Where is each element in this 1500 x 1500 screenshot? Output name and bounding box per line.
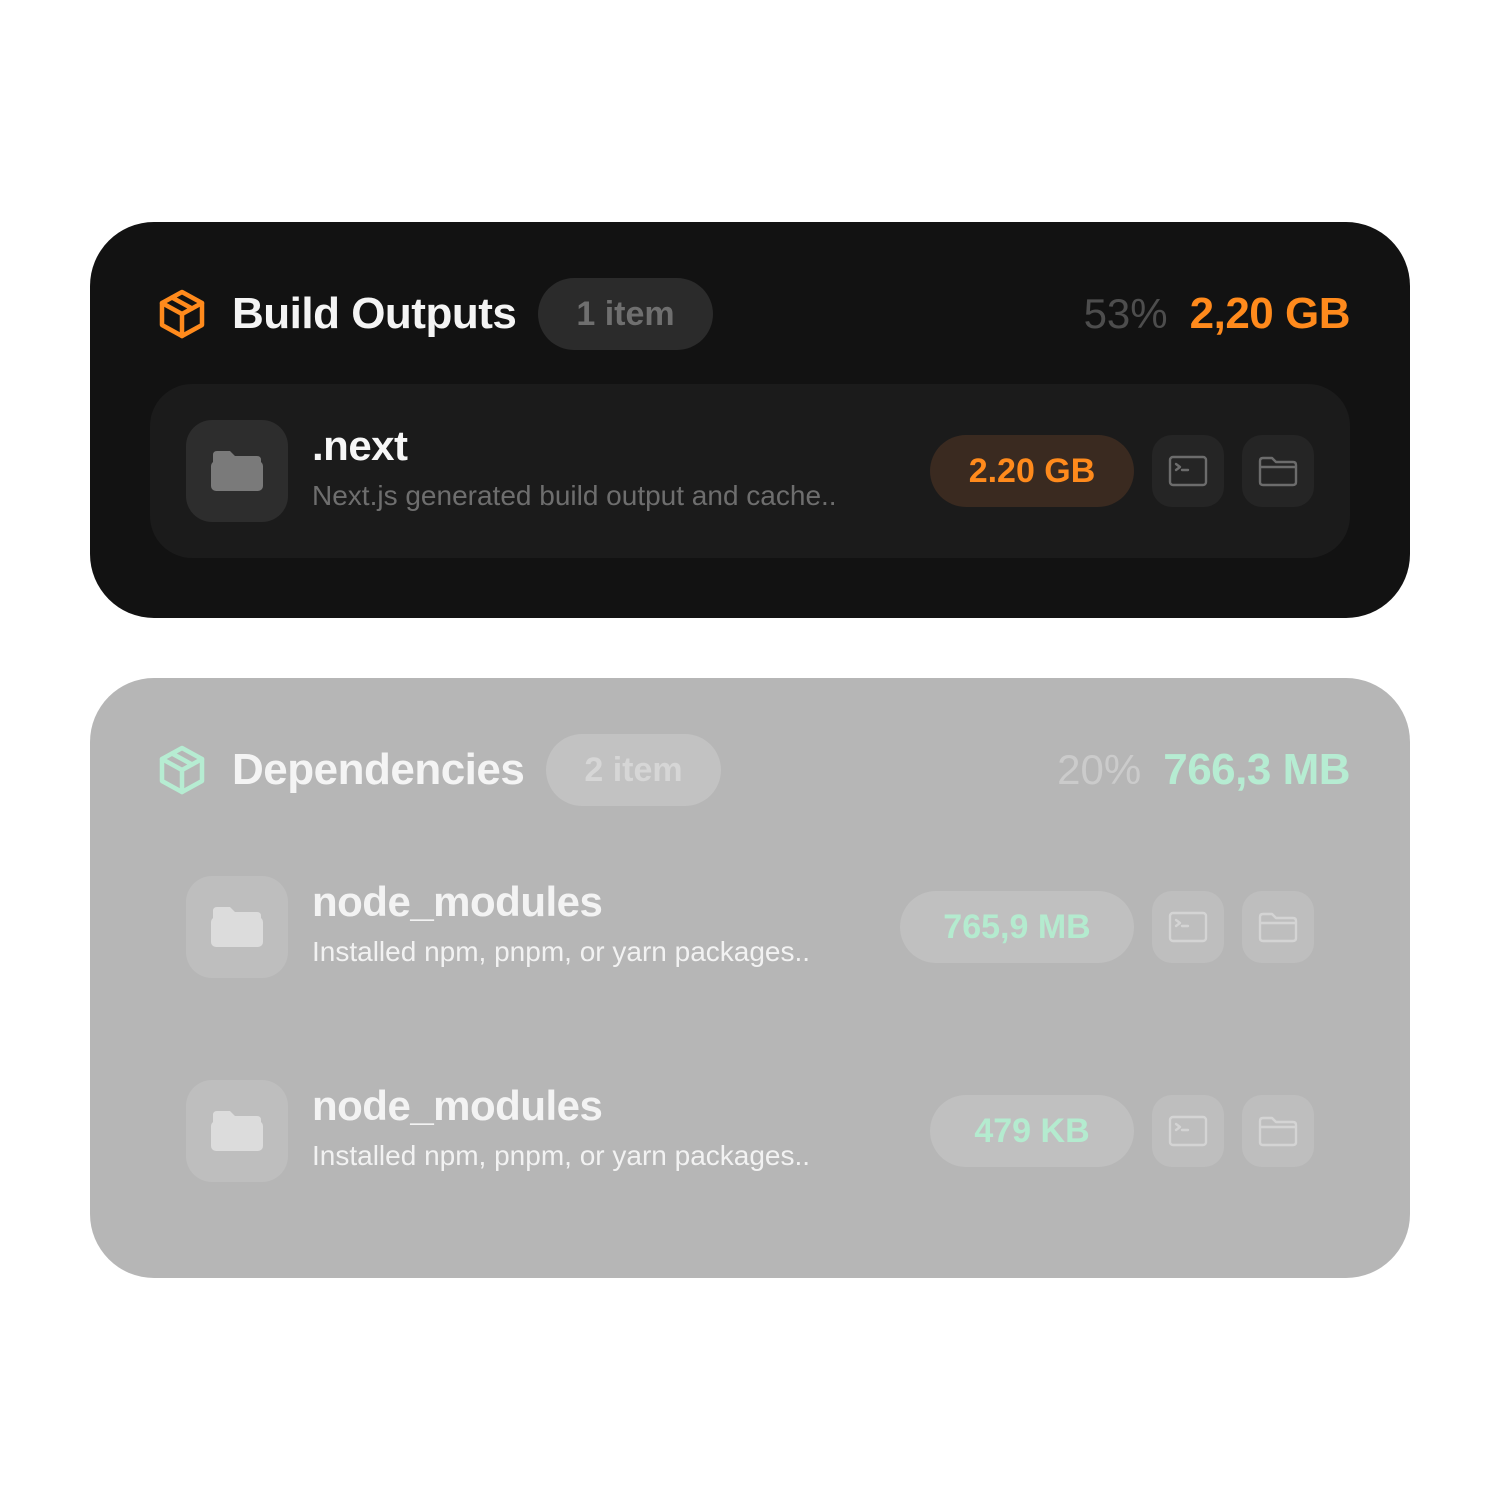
- terminal-icon: [1168, 1115, 1208, 1147]
- build-outputs-header[interactable]: Build Outputs 1 item 53% 2,20 GB: [156, 278, 1351, 350]
- cube-icon: [156, 288, 208, 340]
- list-item[interactable]: node_modules Installed npm, pnpm, or yar…: [150, 840, 1350, 1014]
- open-folder-button[interactable]: [1242, 891, 1314, 963]
- item-text: .next Next.js generated build output and…: [312, 422, 837, 512]
- cube-icon: [156, 744, 208, 796]
- item-description: Next.js generated build output and cache…: [312, 480, 837, 511]
- item-size-badge: 479 KB: [930, 1095, 1134, 1167]
- section-title: Build Outputs: [232, 289, 517, 338]
- section-total-size: 2,20 GB: [1189, 289, 1351, 338]
- list-item[interactable]: node_modules Installed npm, pnpm, or yar…: [150, 1044, 1350, 1218]
- open-terminal-button[interactable]: [1152, 891, 1224, 963]
- build-outputs-card: Build Outputs 1 item 53% 2,20 GB .next N…: [90, 222, 1410, 618]
- item-count-badge: 1 item: [538, 278, 713, 350]
- folder-open-icon: [1258, 1116, 1298, 1147]
- item-name: node_modules: [312, 1082, 603, 1129]
- item-size-badge: 2.20 GB: [930, 435, 1134, 507]
- section-percent: 53%: [1083, 290, 1168, 337]
- open-terminal-button[interactable]: [1152, 435, 1224, 507]
- terminal-icon: [1168, 911, 1208, 943]
- item-count-badge: 2 item: [546, 734, 721, 806]
- list-item[interactable]: .next Next.js generated build output and…: [150, 384, 1350, 558]
- folder-icon: [186, 1080, 288, 1182]
- section-percent: 20%: [1057, 746, 1142, 793]
- item-text: node_modules Installed npm, pnpm, or yar…: [312, 1082, 810, 1172]
- dependencies-header[interactable]: Dependencies 2 item 20% 766,3 MB: [156, 734, 1350, 806]
- section-total-size: 766,3 MB: [1163, 745, 1350, 794]
- item-name: node_modules: [312, 878, 603, 925]
- open-folder-button[interactable]: [1242, 435, 1314, 507]
- item-name: .next: [312, 422, 408, 469]
- folder-open-icon: [1258, 456, 1298, 487]
- item-size-badge: 765,9 MB: [900, 891, 1134, 963]
- item-description: Installed npm, pnpm, or yarn packages..: [312, 936, 811, 967]
- folder-icon: [186, 420, 288, 522]
- section-title: Dependencies: [232, 745, 525, 794]
- folder-icon: [186, 876, 288, 978]
- item-text: node_modules Installed npm, pnpm, or yar…: [312, 878, 810, 968]
- terminal-icon: [1168, 455, 1208, 487]
- item-description: Installed npm, pnpm, or yarn packages..: [312, 1140, 811, 1171]
- section-stats: 20% 766,3 MB: [1057, 745, 1350, 795]
- folder-open-icon: [1258, 912, 1298, 943]
- open-folder-button[interactable]: [1242, 1095, 1314, 1167]
- section-stats: 53% 2,20 GB: [1083, 289, 1351, 339]
- page: Build Outputs 1 item 53% 2,20 GB .next N…: [0, 0, 1500, 1500]
- open-terminal-button[interactable]: [1152, 1095, 1224, 1167]
- dependencies-card: Dependencies 2 item 20% 766,3 MB node_mo…: [90, 678, 1410, 1278]
